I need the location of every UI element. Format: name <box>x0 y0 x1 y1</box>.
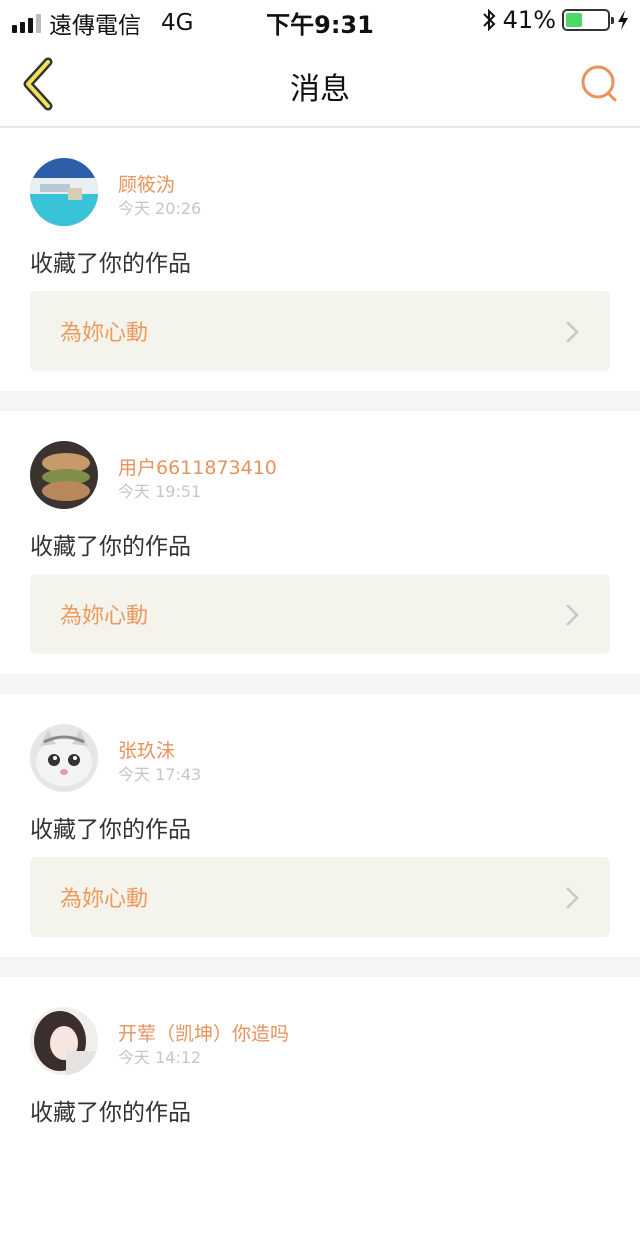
avatar[interactable] <box>30 1007 98 1075</box>
list-item: 开荤（凯坤）你造吗 今天 14:12 收藏了你的作品 <box>0 977 640 1240</box>
action-text: 收藏了你的作品 <box>30 251 191 277</box>
chevron-right-icon <box>566 604 579 626</box>
work-title: 為妳心動 <box>60 887 149 912</box>
timestamp: 今天 17:43 <box>118 765 202 784</box>
battery-fill <box>566 13 583 27</box>
list-item: 顾筱沩 今天 20:26 收藏了你的作品 為妳心動 <box>0 128 640 391</box>
divider <box>0 957 640 977</box>
user-name[interactable]: 开荤（凯坤）你造吗 <box>118 1019 289 1046</box>
chevron-right-icon <box>566 887 579 909</box>
user-name[interactable]: 顾筱沩 <box>118 170 175 197</box>
divider <box>0 391 640 411</box>
timestamp: 今天 19:51 <box>118 482 202 501</box>
status-bar: 遠傳電信 4G 下午9:31 41% <box>0 0 640 40</box>
work-link[interactable]: 為妳心動 <box>30 574 610 654</box>
action-text: 收藏了你的作品 <box>30 817 191 843</box>
nav-bar: 消息 <box>0 40 640 128</box>
list-item: 张玖沬 今天 17:43 收藏了你的作品 為妳心動 <box>0 694 640 957</box>
page-title: 消息 <box>290 72 350 107</box>
user-name[interactable]: 张玖沬 <box>118 736 175 763</box>
search-icon[interactable] <box>578 62 622 106</box>
work-link[interactable]: 為妳心動 <box>30 291 610 371</box>
divider <box>0 674 640 694</box>
action-text: 收藏了你的作品 <box>30 534 191 560</box>
work-title: 為妳心動 <box>60 321 149 346</box>
chevron-right-icon <box>566 321 579 343</box>
charging-icon <box>618 10 628 30</box>
battery-percent: 41% <box>502 6 556 34</box>
user-name[interactable]: 用户6611873410 <box>118 453 277 480</box>
avatar[interactable] <box>30 158 98 226</box>
timestamp: 今天 20:26 <box>118 199 202 218</box>
action-text: 收藏了你的作品 <box>30 1100 191 1126</box>
work-link[interactable]: 為妳心動 <box>30 857 610 937</box>
list-item: 用户6611873410 今天 19:51 收藏了你的作品 為妳心動 <box>0 411 640 674</box>
avatar[interactable] <box>30 441 98 509</box>
notification-list: 顾筱沩 今天 20:26 收藏了你的作品 為妳心動 用户6611873410 今… <box>0 128 640 1240</box>
battery-icon <box>562 9 614 31</box>
avatar[interactable] <box>30 724 98 792</box>
bluetooth-icon <box>482 8 496 32</box>
work-title: 為妳心動 <box>60 604 149 629</box>
timestamp: 今天 14:12 <box>118 1048 202 1067</box>
